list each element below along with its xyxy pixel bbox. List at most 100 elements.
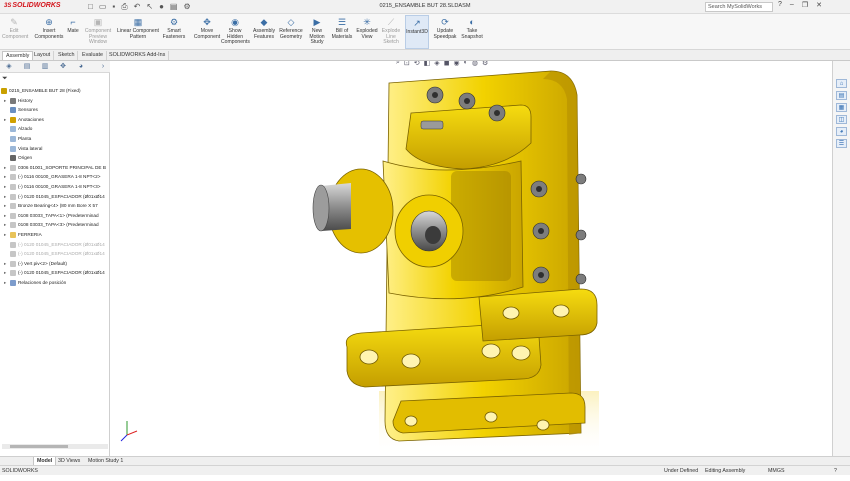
ribbon-button[interactable]: ⚙ Smart Fasteners <box>162 15 186 49</box>
property-manager-tab-icon[interactable]: ▤ <box>20 62 34 72</box>
ribbon-button[interactable]: ◉ Show Hidden Components <box>221 15 250 49</box>
tree-item-label: Planta <box>18 135 32 141</box>
tree-item[interactable]: ▸ Bronze Bearing<4> (80 mm Bore X 57 <box>0 201 110 211</box>
section-view-icon[interactable]: ◧ <box>424 61 431 67</box>
hide-show-icon[interactable]: ◉ <box>454 61 460 67</box>
design-library-icon[interactable]: ▤ <box>836 91 847 100</box>
part-icon <box>10 260 16 267</box>
expand-arrow-icon[interactable]: ▸ <box>4 163 6 173</box>
apply-scene-icon[interactable]: ◍ <box>472 61 478 67</box>
edit-component-icon: ✎ <box>10 17 18 27</box>
graphics-area[interactable]: ⌕ ⊡ ⟲ ◧ ◈ ◼ ◉ ◐ ◍ ⚙ <box>111 61 831 456</box>
expand-arrow-icon[interactable]: ▸ <box>4 278 6 288</box>
status-help-icon[interactable]: ? <box>834 466 837 476</box>
tab-evaluate[interactable]: Evaluate <box>79 51 107 60</box>
tree-item[interactable]: Sensores <box>0 105 110 115</box>
display-style-icon[interactable]: ◼ <box>444 61 450 67</box>
feature-manager-pane: ◈ ▤ ▥ ✥ ◕ › ⏷ 0215_ENSAMBLE BUT 28 (Fixe… <box>0 61 110 456</box>
tree-item[interactable]: Origen <box>0 153 110 163</box>
tree-item[interactable]: ▸ 0306 01001_SOPORTE PRINCIPAL DE B <box>0 163 110 173</box>
tree-item[interactable]: Vista lateral <box>0 144 110 154</box>
search-input[interactable]: Search MySolidWorks <box>705 2 773 12</box>
view-settings-icon[interactable]: ⚙ <box>482 61 488 67</box>
ribbon-button[interactable]: ✎ Edit Component <box>2 15 28 49</box>
expand-arrow-icon[interactable]: ▸ <box>4 182 6 192</box>
close-icon[interactable]: ✕ <box>816 1 822 9</box>
expand-pane-icon[interactable]: › <box>96 62 110 72</box>
edit-appearance-icon[interactable]: ◐ <box>464 61 468 67</box>
file-explorer-icon[interactable]: ▦ <box>836 103 847 112</box>
annotations-icon <box>10 116 16 123</box>
status-units[interactable]: MMGS <box>768 466 784 476</box>
ribbon-button[interactable]: ☰ Bill of Materials <box>331 15 353 49</box>
tab-sketch[interactable]: Sketch <box>55 51 79 60</box>
ribbon-button[interactable]: ↗ Instant3D <box>405 15 429 49</box>
expand-arrow-icon[interactable]: ▸ <box>4 172 6 182</box>
tree-item[interactable]: (-) 0120 01045_ESPACIADOR (Ø01xØ14 <box>0 240 110 250</box>
ribbon-button[interactable]: ✳ Exploded View <box>355 15 379 49</box>
part-icon <box>10 183 16 190</box>
ribbon-button[interactable]: ⌐ Mate <box>65 15 81 49</box>
zoom-area-icon[interactable]: ⊡ <box>404 61 410 67</box>
solidworks-resources-icon[interactable]: ⌂ <box>836 79 847 88</box>
ribbon-button[interactable]: ◐ Take Snapshot <box>461 15 483 49</box>
tree-item[interactable]: (-) 0120 01045_ESPACIADOR (Ø01xØ14 <box>0 249 110 259</box>
tree-item[interactable]: ▸ 0108 03033_TAPA<1> (Predeterminad <box>0 211 110 221</box>
help-icon[interactable]: ? <box>778 1 782 9</box>
tree-item[interactable]: ▸ History <box>0 96 110 106</box>
tree-item[interactable]: ▸ FERRERIA <box>0 230 110 240</box>
minimize-icon[interactable]: – <box>790 1 794 9</box>
status-bar: SOLIDWORKS Under Defined Editing Assembl… <box>0 465 850 475</box>
ribbon-button[interactable]: ⟳ Update Speedpak <box>432 15 458 49</box>
expand-arrow-icon[interactable]: ▸ <box>4 192 6 202</box>
tree-item[interactable]: ▸ (-) 0120 01045_ESPACIADOR (Ø01xØ14 <box>0 268 110 278</box>
expand-arrow-icon[interactable]: ▸ <box>4 211 6 221</box>
ribbon-button[interactable]: ◆ Assembly Features <box>252 15 276 49</box>
tree-horizontal-scrollbar[interactable] <box>2 444 108 449</box>
tree-item[interactable]: ▸ 0108 03033_TAPA<3> (Predeterminad <box>0 220 110 230</box>
tab-layout[interactable]: Layout <box>31 51 55 60</box>
tree-item[interactable]: ▸ (-) 0116 00100_GRASERA 1-8 NPT<2> <box>0 172 110 182</box>
tree-item[interactable]: Alzado <box>0 124 110 134</box>
part-icon <box>10 174 16 181</box>
custom-properties-icon[interactable]: ☰ <box>836 139 847 148</box>
ribbon-button[interactable]: ✥ Move Component <box>192 15 222 49</box>
ribbon-button[interactable]: ◇ Reference Geometry <box>278 15 304 49</box>
tree-item[interactable]: ▸ (-) 0120 01045_ESPACIADOR (Ø01xØ14 <box>0 192 110 202</box>
display-manager-tab-icon[interactable]: ◕ <box>74 62 88 72</box>
dimxpert-tab-icon[interactable]: ✥ <box>56 62 70 72</box>
tree-item[interactable]: ▸ (-) Vert piv<2> (Default) <box>0 259 110 269</box>
search-view-icon[interactable]: ⌕ <box>396 61 400 67</box>
expand-arrow-icon[interactable]: ▸ <box>4 268 6 278</box>
filter-icon[interactable]: ⏷ <box>2 75 8 83</box>
tree-item[interactable]: 0215_ENSAMBLE BUT 28 (Fixed) <box>0 86 110 96</box>
tab-solidworks-add-ins[interactable]: SOLIDWORKS Add-Ins <box>106 51 170 60</box>
ribbon-button[interactable]: ▦ Linear Component Pattern <box>116 15 160 49</box>
assembly-model[interactable] <box>111 61 831 456</box>
tree-item[interactable]: ▸ Anotaciones <box>0 115 110 125</box>
expand-arrow-icon[interactable]: ▸ <box>4 96 6 106</box>
appearances-icon[interactable]: ◕ <box>836 127 847 136</box>
ribbon-button[interactable]: ⟋ Explode Line Sketch <box>380 15 402 49</box>
tree-item[interactable]: ▸ Relaciones de posición <box>0 278 110 288</box>
previous-view-icon[interactable]: ⟲ <box>414 61 420 67</box>
feature-manager-tab-icon[interactable]: ◈ <box>2 62 16 72</box>
expand-arrow-icon[interactable]: ▸ <box>4 115 6 125</box>
tree-item[interactable]: ▸ (-) 0116 00100_GRASERA 1-8 NPT<3> <box>0 182 110 192</box>
ribbon-button[interactable]: ▶ New Motion Study <box>306 15 328 49</box>
view-orientation-icon[interactable]: ◈ <box>434 61 439 67</box>
configuration-manager-tab-icon[interactable]: ▥ <box>38 62 52 72</box>
tab-assembly[interactable]: Assembly <box>2 51 34 60</box>
expand-arrow-icon[interactable]: ▸ <box>4 259 6 269</box>
tree-item[interactable]: Planta <box>0 134 110 144</box>
tree-item-label: FERRERIA <box>18 231 42 237</box>
expand-arrow-icon[interactable]: ▸ <box>4 230 6 240</box>
ribbon-button[interactable]: ⊕ Insert Components <box>32 15 66 49</box>
expand-arrow-icon[interactable]: ▸ <box>4 201 6 211</box>
restore-icon[interactable]: ❐ <box>802 1 808 9</box>
expand-arrow-icon[interactable]: ▸ <box>4 220 6 230</box>
view-palette-icon[interactable]: ◫ <box>836 115 847 124</box>
ribbon-button[interactable]: ▣ Component Preview Window <box>83 15 113 49</box>
view-triad[interactable] <box>120 421 138 442</box>
scrollbar-thumb[interactable] <box>10 445 68 448</box>
